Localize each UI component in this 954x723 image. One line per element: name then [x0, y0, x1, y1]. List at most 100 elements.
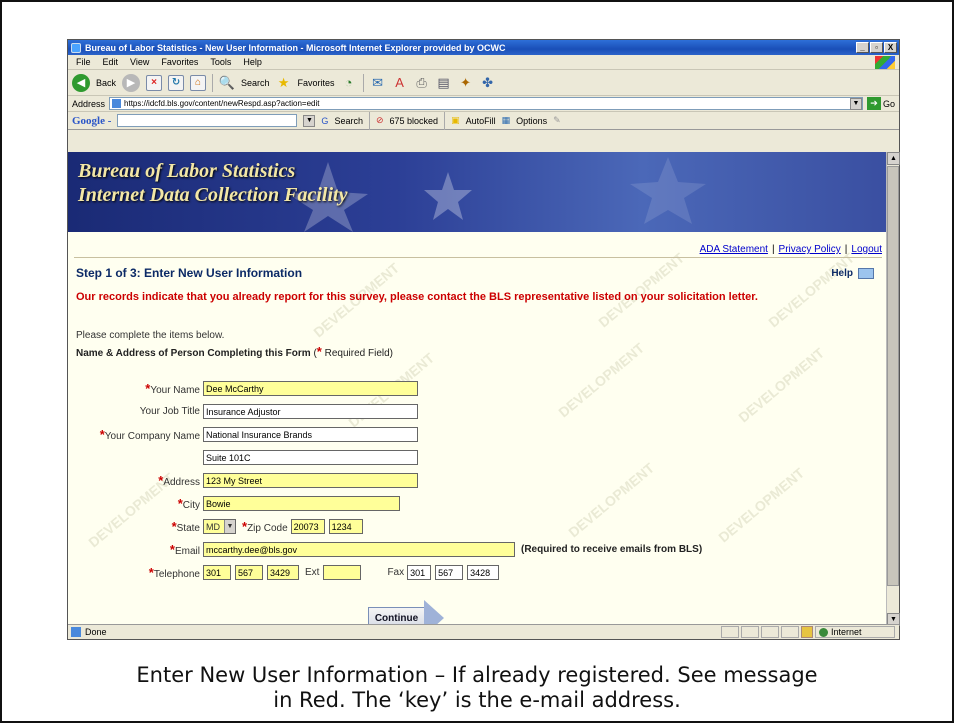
address-dropdown-icon[interactable]: ▼: [849, 97, 862, 110]
research-icon[interactable]: ✦: [458, 75, 474, 91]
privacy-policy-link[interactable]: Privacy Policy: [779, 244, 841, 255]
phone-line-input[interactable]: 3429: [267, 565, 299, 580]
page-done-icon: [71, 627, 81, 637]
zip-label: *Zip Code: [242, 519, 288, 534]
phone-area-input[interactable]: 301: [203, 565, 231, 580]
search-icon[interactable]: 🔍: [219, 75, 235, 91]
options-label[interactable]: Options: [516, 116, 547, 126]
mail-icon[interactable]: ✉: [370, 75, 386, 91]
company-name-input[interactable]: National Insurance Brands: [203, 427, 418, 442]
email-input[interactable]: mccarthy.dee@bls.gov: [203, 542, 515, 557]
go-label[interactable]: Go: [883, 99, 895, 109]
menu-file[interactable]: File: [76, 57, 91, 67]
back-label[interactable]: Back: [96, 78, 116, 88]
scroll-thumb[interactable]: [887, 166, 899, 586]
address-bar: Address https://idcfd.bls.gov/content/ne…: [68, 96, 899, 112]
continue-arrow-icon[interactable]: [424, 600, 444, 626]
vertical-scrollbar[interactable]: ▲ ▼: [886, 152, 900, 626]
go-button[interactable]: ➔ Go: [866, 97, 895, 110]
phone-ext-input[interactable]: [323, 565, 362, 580]
google-dropdown-icon[interactable]: ▼: [303, 114, 316, 127]
autofill-label[interactable]: AutoFill: [466, 116, 496, 126]
development-watermark: DEVELOPMENT: [565, 459, 658, 541]
status-cell: [781, 626, 799, 638]
state-label: *State: [171, 519, 200, 534]
menu-view[interactable]: View: [130, 57, 149, 67]
history-icon[interactable]: ◔: [341, 75, 357, 91]
messenger-icon[interactable]: ✤: [480, 75, 496, 91]
logout-link[interactable]: Logout: [851, 244, 882, 255]
popup-blocked-count[interactable]: 675 blocked: [390, 116, 439, 126]
favorites-label[interactable]: Favorites: [298, 78, 335, 88]
fax-line-input[interactable]: 3428: [467, 565, 500, 580]
development-watermark: DEVELOPMENT: [735, 344, 828, 426]
ada-statement-link[interactable]: ADA Statement: [700, 244, 768, 255]
zip-code-input[interactable]: 20073: [290, 519, 325, 534]
search-label[interactable]: Search: [241, 78, 270, 88]
help-icon[interactable]: [858, 268, 874, 279]
title-bar: Bureau of Labor Statistics - New User In…: [68, 40, 899, 55]
stop-icon[interactable]: ×: [146, 74, 163, 91]
back-icon[interactable]: ◀: [72, 73, 90, 92]
print-icon[interactable]: ⎙: [414, 75, 430, 91]
menu-favorites[interactable]: Favorites: [161, 57, 198, 67]
google-search-input[interactable]: [117, 114, 298, 127]
email-note: (Required to receive emails from BLS): [521, 544, 703, 555]
status-cell: [741, 626, 759, 638]
secure-lock-icon[interactable]: [801, 626, 813, 638]
google-search-label[interactable]: Search: [334, 116, 363, 126]
google-search-icon[interactable]: G: [321, 116, 328, 126]
minimize-button[interactable]: _: [856, 42, 869, 53]
address-field-label: *Address: [158, 473, 200, 488]
scroll-up-icon[interactable]: ▲: [887, 152, 900, 165]
options-icon[interactable]: ▦: [502, 115, 511, 126]
globe-icon: [819, 627, 828, 637]
job-title-input[interactable]: Insurance Adjustor: [203, 404, 418, 419]
city-input[interactable]: Bowie: [203, 496, 400, 511]
status-cell: [721, 626, 739, 638]
section-heading: Name & Address of Person Completing this…: [76, 344, 393, 359]
menu-tools[interactable]: Tools: [210, 57, 231, 67]
font-size-icon[interactable]: A: [392, 75, 408, 91]
home-icon[interactable]: ⌂: [190, 74, 207, 91]
caption-line1: Enter New User Information – If already …: [136, 663, 818, 687]
edit-icon[interactable]: ▤: [436, 75, 452, 91]
company-line2-input[interactable]: Suite 101C: [203, 450, 418, 465]
zip-ext-input[interactable]: 1234: [328, 519, 363, 534]
job-title-label: Your Job Title: [139, 406, 200, 417]
status-text: Done: [85, 627, 107, 637]
help-button[interactable]: Help: [831, 268, 874, 279]
menu-edit[interactable]: Edit: [103, 57, 119, 67]
phone-prefix-input[interactable]: 567: [235, 565, 263, 580]
state-dropdown-icon[interactable]: ▼: [224, 520, 235, 533]
pencil-icon[interactable]: ✎: [553, 115, 561, 126]
autofill-icon[interactable]: ▣: [451, 115, 460, 126]
company-name-label: *Your Company Name: [99, 427, 200, 442]
address-input[interactable]: https://idcfd.bls.gov/content/newRespd.a…: [109, 97, 863, 110]
forward-icon[interactable]: ▶: [122, 73, 141, 92]
close-button[interactable]: X: [884, 42, 897, 53]
google-logo[interactable]: Google -: [72, 115, 111, 127]
address-input[interactable]: 123 My Street: [203, 473, 418, 488]
help-label[interactable]: Help: [831, 268, 853, 279]
step-title: Step 1 of 3: Enter New User Information: [76, 266, 303, 280]
state-select[interactable]: MD ▼: [203, 519, 236, 534]
row-city: *City Bowie: [68, 496, 400, 511]
maximize-button[interactable]: ▫: [870, 42, 883, 53]
city-label: *City: [177, 496, 200, 511]
address-url[interactable]: https://idcfd.bls.gov/content/newRespd.a…: [124, 99, 319, 108]
development-watermark: DEVELOPMENT: [715, 464, 808, 546]
fax-area-input[interactable]: 301: [407, 565, 432, 580]
go-arrow-icon[interactable]: ➔: [866, 97, 881, 110]
internet-zone[interactable]: Internet: [815, 626, 895, 638]
row-company-line2: Suite 101C: [203, 450, 418, 465]
development-watermark: DEVELOPMENT: [595, 249, 688, 331]
menu-help[interactable]: Help: [243, 57, 262, 67]
fax-prefix-input[interactable]: 567: [435, 565, 464, 580]
page-viewport: Bureau of Labor Statistics Internet Data…: [68, 152, 888, 626]
favorites-star-icon[interactable]: ★: [276, 75, 292, 91]
refresh-icon[interactable]: ↻: [168, 74, 185, 91]
popup-blocker-icon[interactable]: ⊘: [376, 115, 384, 126]
continue-button[interactable]: Continue: [368, 600, 444, 626]
your-name-input[interactable]: Dee McCarthy: [203, 381, 418, 396]
